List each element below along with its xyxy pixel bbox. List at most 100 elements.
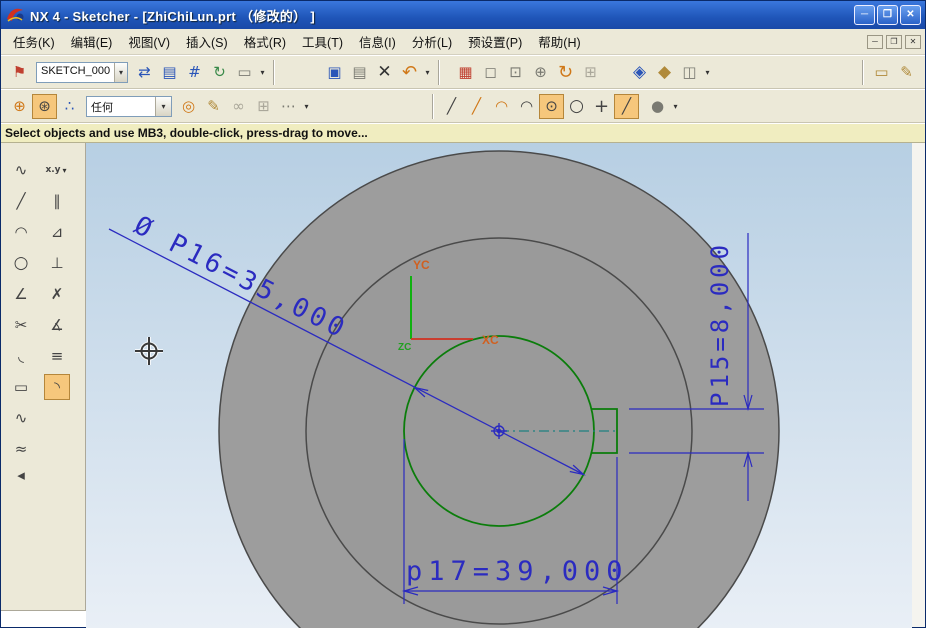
delete-constraint-icon[interactable]: ✗ — [44, 281, 70, 307]
isometric-view-icon[interactable]: ◈ — [627, 60, 652, 85]
sphere-dropdown-icon[interactable]: ▾ — [670, 94, 681, 119]
selection-filter-dropdown-icon[interactable]: ▾ — [155, 97, 171, 116]
rotate-view-icon[interactable]: ↻ — [553, 60, 578, 85]
dimension-length-label[interactable]: p17=39,000 — [406, 556, 629, 587]
shaded-sphere-icon[interactable]: ● — [645, 94, 670, 119]
sketch-name-dropdown-icon[interactable]: ▾ — [114, 63, 127, 82]
menu-information[interactable]: 信息(I) — [351, 28, 404, 55]
menu-insert[interactable]: 插入(S) — [178, 28, 236, 55]
dimension-width-label-group[interactable]: P15=8,000 — [706, 241, 734, 407]
select-window-icon[interactable]: ▦ — [453, 60, 478, 85]
maximize-button[interactable]: ❐ — [877, 5, 898, 25]
layout-dropdown-icon[interactable]: ▾ — [702, 60, 713, 85]
angle-constraint-icon[interactable]: ⊿ — [44, 219, 70, 245]
palette-empty-cell — [44, 405, 70, 431]
menu-preferences[interactable]: 预设置(P) — [460, 28, 530, 55]
menu-task[interactable]: 任务(K) — [5, 28, 63, 55]
finish-sketch-flag-icon[interactable]: ⚑ — [7, 60, 32, 85]
nx-logo-icon — [5, 5, 25, 25]
minimize-button[interactable]: ─ — [854, 5, 875, 25]
line-with-point-icon[interactable]: ╱ — [464, 94, 489, 119]
toolbar-snap: ⊕ ⊛ ∴ 任何 ▾ ◎ ✎ ∞ ⊞ ⋯ ▾ ╱ ╱ ◠ ◠ ⊙ ○ + ╱ ●… — [1, 89, 925, 123]
sketch-grid-icon[interactable]: # — [182, 60, 207, 85]
print-icon[interactable]: ▤ — [347, 60, 372, 85]
circle-icon[interactable]: ○ — [564, 94, 589, 119]
display-sketch-icon[interactable]: ▤ — [157, 60, 182, 85]
sheet-dropdown-icon[interactable]: ▾ — [257, 60, 268, 85]
auto-dimension-icon[interactable]: ≡ — [44, 343, 70, 369]
rectangle-tool-icon[interactable]: ▭ — [8, 374, 34, 400]
menu-format[interactable]: 格式(R) — [236, 28, 294, 55]
palette-scroll-left-icon[interactable]: ◂ — [8, 467, 34, 483]
mdi-close-button[interactable]: ✕ — [905, 35, 921, 49]
line-tool-icon[interactable]: ╱ — [8, 188, 34, 214]
update-model-icon[interactable]: ↻ — [207, 60, 232, 85]
sketch-name-value: SKETCH_000 — [37, 63, 114, 82]
mdi-minimize-button[interactable]: ─ — [867, 35, 883, 49]
sketch-name-combo[interactable]: SKETCH_000 ▾ — [36, 62, 128, 83]
line-icon[interactable]: ╱ — [439, 94, 464, 119]
quick-trim-icon[interactable]: ╱ — [614, 94, 639, 119]
mdi-restore-button[interactable]: ❐ — [886, 35, 902, 49]
more-options-dropdown-icon[interactable]: ▾ — [301, 94, 312, 119]
inferred-dimensions-icon[interactable]: x.y▾ — [44, 157, 70, 183]
spline-tool-icon[interactable]: ∿ — [8, 405, 34, 431]
undo-icon[interactable]: ↶ — [397, 60, 422, 85]
menu-tools[interactable]: 工具(T) — [294, 28, 351, 55]
sheet-icon[interactable]: ▭ — [232, 60, 257, 85]
layout-icon[interactable]: ◫ — [677, 60, 702, 85]
fit-view-icon[interactable]: ⊡ — [503, 60, 528, 85]
prompt-bar: Select objects and use MB3, double-click… — [1, 123, 925, 143]
menu-analysis[interactable]: 分析(L) — [404, 28, 460, 55]
studio-spline-icon[interactable]: ≈ — [8, 436, 34, 462]
snap-point-icon[interactable]: ⊛ — [32, 94, 57, 119]
xc-axis-label: XC — [482, 333, 499, 347]
circle-center-icon[interactable]: ⊙ — [539, 94, 564, 119]
edit-pencil-icon[interactable]: ✎ — [894, 60, 919, 85]
inferred-constraints-icon[interactable]: ◎ — [176, 94, 201, 119]
dimensions-dropdown-icon[interactable]: ▾ — [61, 158, 69, 183]
menu-edit[interactable]: 编辑(E) — [63, 28, 121, 55]
point-icon[interactable]: + — [589, 94, 614, 119]
point-on-curve-icon[interactable]: ∴ — [57, 94, 82, 119]
circle-tool-icon[interactable]: ○ — [8, 250, 34, 276]
link-select-icon[interactable]: ⊞ — [251, 94, 276, 119]
snap-position-icon[interactable]: ⊕ — [7, 94, 32, 119]
shaded-view-icon[interactable]: ◆ — [652, 60, 677, 85]
toolbar-sketch: ⚑ SKETCH_000 ▾ ⇄ ▤ # ↻ ▭ ▾ ▣ ▤ ✕ ↶ ▾ ▦ ◻… — [1, 55, 925, 89]
menu-help[interactable]: 帮助(H) — [530, 28, 588, 55]
arc-3pt-icon[interactable]: ◠ — [514, 94, 539, 119]
zoom-in-icon[interactable]: ⊕ — [528, 60, 553, 85]
pan-view-icon[interactable]: ⊞ — [578, 60, 603, 85]
yc-axis-label: YC — [413, 258, 430, 272]
sketch-tool-palette: ∿ x.y▾ ╱ ∥ ◠ ⊿ ○ ⊥ ∠ ✗ ✂ ∡ ◟ ≡ ▭ ◝ ∿ ≈ ◂ — [1, 143, 86, 627]
sketch-canvas[interactable]: Ø P16=35,000 P15=8,000 — [86, 143, 912, 628]
toolbar-separator — [273, 60, 275, 85]
fillet-option-icon[interactable]: ◝ — [44, 374, 70, 400]
toolbar-separator — [862, 60, 864, 85]
show-constraints-icon[interactable]: ∡ — [44, 312, 70, 338]
arc-icon[interactable]: ◠ — [489, 94, 514, 119]
parallel-constraint-icon[interactable]: ∥ — [44, 188, 70, 214]
fillet-tool-icon[interactable]: ◟ — [8, 343, 34, 369]
close-button[interactable]: ✕ — [900, 5, 921, 25]
more-options-icon[interactable]: ⋯ — [276, 94, 301, 119]
chain-select-icon[interactable]: ∞ — [226, 94, 251, 119]
display-box-icon[interactable]: ◻ — [478, 60, 503, 85]
toolbar-separator — [432, 94, 434, 119]
profile-icon[interactable]: ∿ — [8, 157, 34, 183]
selection-filter-combo[interactable]: 任何 ▾ — [86, 96, 172, 117]
save-icon[interactable]: ▣ — [322, 60, 347, 85]
undo-dropdown-icon[interactable]: ▾ — [422, 60, 433, 85]
menu-view[interactable]: 视图(V) — [120, 28, 178, 55]
measure-icon[interactable]: ▭ — [869, 60, 894, 85]
delete-icon[interactable]: ✕ — [372, 60, 397, 85]
palette-empty-cell — [44, 436, 70, 462]
reattach-icon[interactable]: ⇄ — [132, 60, 157, 85]
perpendicular-constraint-icon[interactable]: ⊥ — [44, 250, 70, 276]
create-note-icon[interactable]: ✎ — [201, 94, 226, 119]
arc-tool-icon[interactable]: ◠ — [8, 219, 34, 245]
derived-lines-icon[interactable]: ∠ — [8, 281, 34, 307]
dimension-width-label[interactable]: P15=8,000 — [706, 241, 734, 407]
quick-trim-tool-icon[interactable]: ✂ — [8, 312, 34, 338]
